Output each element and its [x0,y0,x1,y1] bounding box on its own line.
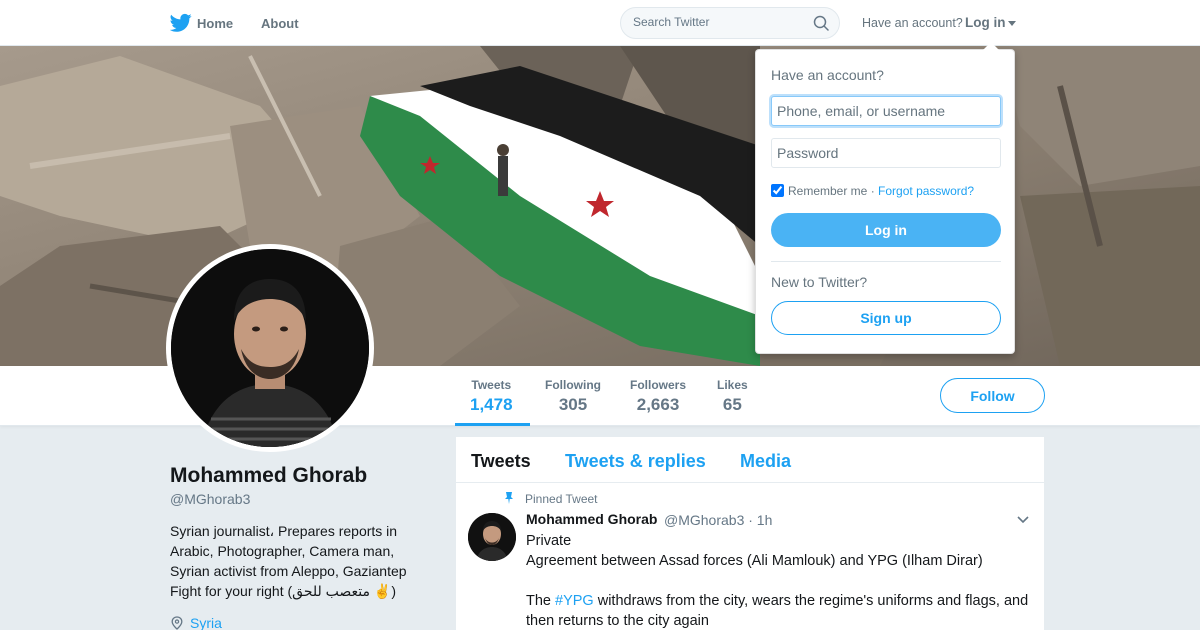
active-stat-underline [455,423,530,426]
stat-value: 305 [558,395,588,414]
tweet-author-handle[interactable]: @MGhorab3 · 1h [664,512,772,528]
tweet-text: Private Agreement between Assad forces (… [526,531,1031,630]
tab-media[interactable]: Media [740,451,791,472]
top-nav: Home About Have an account? Log in [0,0,1200,46]
hashtag-link[interactable]: #YPG [555,593,594,609]
stat-label: Following [545,378,601,392]
nav-about-link[interactable]: About [261,16,299,31]
tweet-author-name[interactable]: Mohammed Ghorab [526,511,657,527]
username-field[interactable] [771,96,1001,126]
timeline: Tweets Tweets & replies Media Pinned Twe… [456,437,1044,630]
stat-following[interactable]: Following 305 [545,378,601,415]
have-account-text: Have an account? [862,16,963,30]
divider [771,261,1001,262]
stat-likes[interactable]: Likes 65 [717,378,748,415]
nav-home-link[interactable]: Home [197,16,233,31]
search-input[interactable] [633,15,803,29]
login-button[interactable]: Log in [771,213,1001,247]
remember-me-checkbox[interactable] [771,184,784,197]
login-dropdown: Have an account? Remember me · Forgot pa… [755,42,1015,354]
profile-name: Mohammed Ghorab [170,464,368,487]
profile-avatar[interactable] [166,244,374,452]
stat-followers[interactable]: Followers 2,663 [630,378,686,415]
pinned-tweet-label: Pinned Tweet [525,492,598,506]
chevron-down-icon[interactable] [1017,515,1029,525]
tweet-line: Agreement between Assad forces (Ali Maml… [526,553,983,569]
stat-label: Followers [630,378,687,392]
remember-me-label[interactable]: Remember me [788,184,867,198]
stat-label: Tweets [471,378,512,392]
tab-tweets[interactable]: Tweets [471,451,531,472]
caret-down-icon[interactable] [1008,21,1016,26]
stat-value: 1,478 [470,395,513,414]
tweet-line: The #YPG withdraws from the city, wears … [526,593,1029,629]
avatar-photo [171,249,369,447]
follow-button[interactable]: Follow [940,378,1045,413]
dropdown-title: Have an account? [771,67,884,83]
profile-location[interactable]: Syria [170,615,222,630]
tweet-line: Private [526,533,572,549]
stat-value: 65 [722,395,742,414]
search-icon[interactable] [813,15,829,31]
stat-label: Likes [717,378,748,392]
location-pin-icon [171,616,183,630]
remember-me-row: Remember me · Forgot password? [771,184,974,198]
tweet-avatar-photo [468,513,516,561]
timeline-tabs: Tweets Tweets & replies Media [456,437,1044,483]
pin-icon [505,492,513,504]
tab-tweets-replies[interactable]: Tweets & replies [565,451,706,472]
dropdown-arrow [983,42,999,50]
profile-bio: Syrian journalist، Prepares reports in A… [170,523,407,599]
new-to-twitter-text: New to Twitter? [771,274,868,290]
stat-tweets[interactable]: Tweets 1,478 [470,378,513,415]
separator-dot: · [870,184,875,198]
forgot-password-link[interactable]: Forgot password? [878,184,974,198]
search-box[interactable] [620,7,840,39]
location-link[interactable]: Syria [190,615,222,630]
profile-handle: @MGhorab3 [170,491,251,507]
stat-value: 2,663 [636,395,680,414]
twitter-bird-icon[interactable] [170,13,192,33]
signup-button[interactable]: Sign up [771,301,1001,335]
login-menu-button[interactable]: Log in [965,15,1006,30]
tweet-avatar[interactable] [468,513,516,561]
password-field[interactable] [771,138,1001,168]
